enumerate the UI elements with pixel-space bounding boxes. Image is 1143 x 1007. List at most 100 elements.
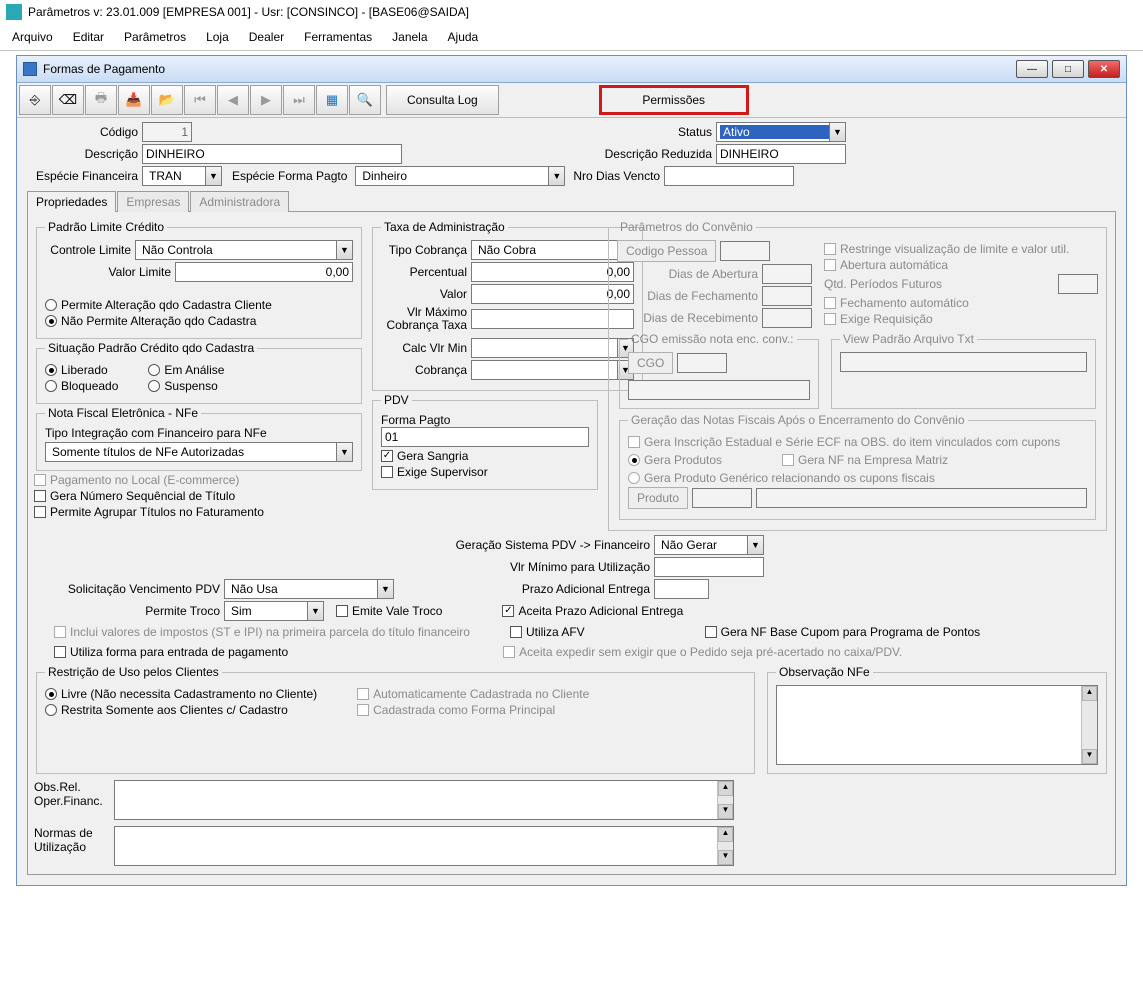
- controle-limite-select[interactable]: Não Controla▼: [135, 240, 353, 260]
- observacao-nfe-textarea[interactable]: ▲▼: [776, 685, 1098, 765]
- save-icon[interactable]: 📥: [118, 85, 150, 115]
- consulta-log-button[interactable]: Consulta Log: [386, 85, 499, 115]
- observacao-nfe-legend: Observação NFe: [776, 665, 873, 679]
- aceita-expedir-check: Aceita expedir sem exigir que o Pedido s…: [503, 645, 902, 659]
- sol-vencimento-select[interactable]: Não Usa▼: [224, 579, 394, 599]
- codigo-input: [142, 122, 192, 142]
- suspenso-radio[interactable]: Suspenso: [148, 379, 224, 393]
- vlr-maximo-label: Vlr Máximo Cobrança Taxa: [381, 306, 471, 332]
- vlr-minimo-input[interactable]: [654, 557, 764, 577]
- bloqueado-radio[interactable]: Bloqueado: [45, 379, 118, 393]
- forma-principal-check: Cadastrada como Forma Principal: [357, 703, 589, 717]
- menu-loja[interactable]: Loja: [206, 30, 229, 44]
- descricao-reduzida-input[interactable]: [716, 144, 846, 164]
- tab-administradora[interactable]: Administradora: [190, 191, 289, 212]
- dias-recebimento-label: Dias de Recebimento: [617, 311, 762, 325]
- app-icon: [6, 4, 22, 20]
- situacao-padrao-group: Situação Padrão Crédito qdo Cadastra Lib…: [36, 341, 362, 404]
- descricao-label: Descrição: [27, 147, 142, 161]
- obs-rel-textarea[interactable]: ▲▼: [114, 780, 734, 820]
- forma-pagto-input[interactable]: [381, 427, 589, 447]
- utiliza-afv-check[interactable]: Utiliza AFV: [510, 625, 585, 639]
- menu-arquivo[interactable]: Arquivo: [12, 30, 53, 44]
- close-button[interactable]: ✕: [1088, 60, 1120, 78]
- permite-troco-label: Permite Troco: [34, 604, 224, 618]
- menu-dealer[interactable]: Dealer: [249, 30, 284, 44]
- last-icon[interactable]: ⏭: [283, 85, 315, 115]
- observacao-nfe-group: Observação NFe ▲▼: [767, 665, 1107, 774]
- permite-troco-select[interactable]: Sim▼: [224, 601, 324, 621]
- permite-agrupar-check[interactable]: Permite Agrupar Títulos no Faturamento: [34, 505, 364, 519]
- normas-textarea[interactable]: ▲▼: [114, 826, 734, 866]
- nro-dias-vencto-input[interactable]: [664, 166, 794, 186]
- cgo-group: CGO emissão nota enc. conv.: CGO: [619, 332, 819, 409]
- tab-propriedades[interactable]: Propriedades: [27, 191, 116, 212]
- controle-limite-label: Controle Limite: [45, 243, 135, 257]
- gera-nf-base-check[interactable]: Gera NF Base Cupom para Programa de Pont…: [705, 625, 980, 639]
- permissoes-button[interactable]: Permissões: [599, 85, 749, 115]
- menu-parametros[interactable]: Parâmetros: [124, 30, 186, 44]
- nao-permite-alteracao-radio[interactable]: Não Permite Alteração qdo Cadastra: [45, 314, 353, 328]
- exit-icon[interactable]: ⎆: [19, 85, 51, 115]
- gera-sangria-check[interactable]: Gera Sangria: [381, 449, 589, 463]
- especie-financeira-select[interactable]: TRAN▼: [142, 166, 222, 186]
- geracao-pdv-label: Geração Sistema PDV -> Financeiro: [384, 538, 654, 552]
- fechamento-automatico-check: Fechamento automático: [824, 296, 1098, 310]
- vlr-minimo-label: Vlr Mínimo para Utilização: [384, 560, 654, 574]
- window-title: Formas de Pagamento: [43, 62, 165, 76]
- aceita-prazo-check[interactable]: Aceita Prazo Adicional Entrega: [502, 604, 683, 618]
- erase-icon[interactable]: ⌫: [52, 85, 84, 115]
- gera-inscricao-check: Gera Inscrição Estadual e Série ECF na O…: [628, 435, 1087, 449]
- codigo-label: Código: [27, 125, 142, 139]
- livre-radio[interactable]: Livre (Não necessita Cadastramento no Cl…: [45, 687, 317, 701]
- especie-forma-pagto-label: Espécie Forma Pagto: [222, 169, 351, 183]
- nfe-legend: Nota Fiscal Eletrônica - NFe: [45, 406, 201, 420]
- maximize-button[interactable]: □: [1052, 60, 1084, 78]
- exige-supervisor-check[interactable]: Exige Supervisor: [381, 465, 589, 479]
- menu-ajuda[interactable]: Ajuda: [448, 30, 479, 44]
- gera-numero-check[interactable]: Gera Número Sequêncial de Título: [34, 489, 364, 503]
- convenio-legend: Parâmetros do Convênio: [617, 220, 756, 234]
- taxa-admin-group: Taxa de Administração Tipo CobrançaNão C…: [372, 220, 643, 391]
- auto-cadastrada-check: Automaticamente Cadastrada no Cliente: [357, 687, 589, 701]
- padrao-limite-credito-group: Padrão Limite Crédito Controle Limite Nã…: [36, 220, 362, 339]
- binoculars-icon[interactable]: 🔍: [349, 85, 381, 115]
- geracao-pdv-select[interactable]: Não Gerar▼: [654, 535, 764, 555]
- nfe-tipo-select[interactable]: Somente títulos de NFe Autorizadas▼: [45, 442, 353, 462]
- menu-janela[interactable]: Janela: [392, 30, 427, 44]
- menu-editar[interactable]: Editar: [73, 30, 104, 44]
- open-icon[interactable]: 📂: [151, 85, 183, 115]
- next-icon[interactable]: ▶: [250, 85, 282, 115]
- menu-ferramentas[interactable]: Ferramentas: [304, 30, 372, 44]
- nfe-tipo-label: Tipo Integração com Financeiro para NFe: [45, 426, 353, 440]
- percentual-label: Percentual: [381, 265, 471, 279]
- permite-alteracao-radio[interactable]: Permite Alteração qdo Cadastra Cliente: [45, 298, 353, 312]
- utiliza-forma-check[interactable]: Utiliza forma para entrada de pagamento: [54, 645, 288, 659]
- especie-financeira-label: Espécie Financeira: [27, 169, 142, 183]
- liberado-radio[interactable]: Liberado: [45, 363, 118, 377]
- em-analise-radio[interactable]: Em Análise: [148, 363, 224, 377]
- status-select[interactable]: Ativo▼: [716, 122, 846, 142]
- obs-rel-label: Obs.Rel. Oper.Financ.: [34, 780, 114, 809]
- print-icon[interactable]: 🖶: [85, 85, 117, 115]
- geracao-notas-group: Geração das Notas Fiscais Após o Encerra…: [619, 413, 1096, 520]
- emite-vale-troco-check[interactable]: Emite Vale Troco: [336, 604, 442, 618]
- especie-forma-pagto-select[interactable]: Dinheiro▼: [355, 166, 565, 186]
- prev-icon[interactable]: ◀: [217, 85, 249, 115]
- restricao-legend: Restrição de Uso pelos Clientes: [45, 665, 222, 679]
- codigo-pessoa-input: [720, 241, 770, 261]
- valor-limite-input[interactable]: [175, 262, 353, 282]
- prazo-adicional-input[interactable]: [654, 579, 709, 599]
- padrao-limite-legend: Padrão Limite Crédito: [45, 220, 167, 234]
- descricao-input[interactable]: [142, 144, 402, 164]
- grid-icon[interactable]: ▦: [316, 85, 348, 115]
- minimize-button[interactable]: —: [1016, 60, 1048, 78]
- tab-empresas[interactable]: Empresas: [117, 191, 189, 212]
- inclui-impostos-check: Inclui valores de impostos (ST e IPI) na…: [54, 625, 470, 639]
- normas-label: Normas de Utilização: [34, 826, 114, 855]
- taxa-valor-label: Valor: [381, 287, 471, 301]
- first-icon[interactable]: ⏮: [184, 85, 216, 115]
- valor-limite-label: Valor Limite: [45, 265, 175, 279]
- restrita-radio[interactable]: Restrita Somente aos Clientes c/ Cadastr…: [45, 703, 317, 717]
- cgo-button: CGO: [628, 352, 673, 374]
